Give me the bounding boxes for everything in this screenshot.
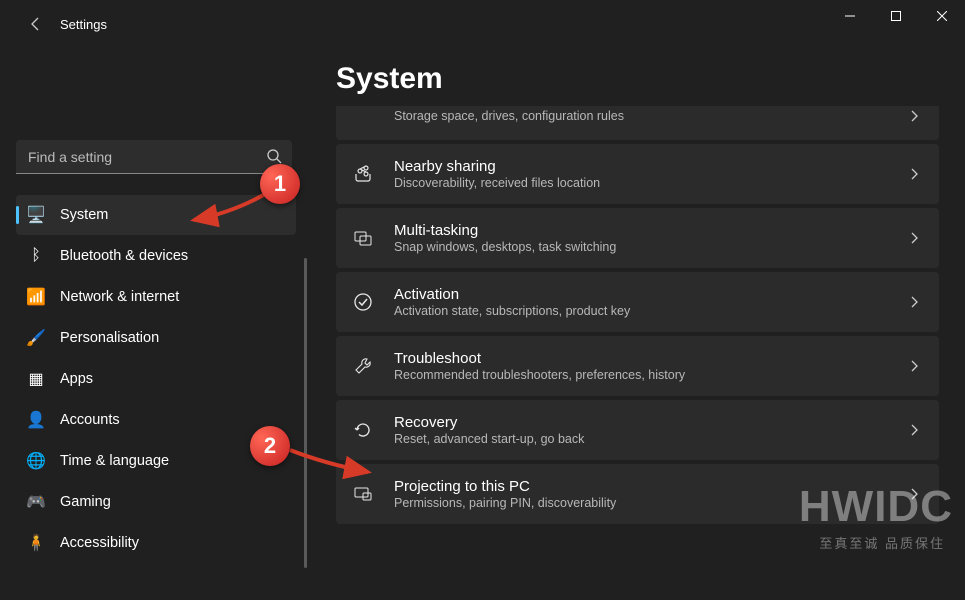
card-subtitle: Discoverability, received files location [394,176,885,190]
sidebar-item-bluetooth-devices[interactable]: ᛒ Bluetooth & devices [16,236,296,276]
scrollbar[interactable] [304,258,307,568]
chevron-right-icon [905,168,923,180]
card-title: Activation [394,286,885,303]
card-projecting-to-this-pc[interactable]: Projecting to this PCPermissions, pairin… [336,464,939,524]
chevron-right-icon [905,232,923,244]
minimize-icon [845,11,855,21]
card-title: Recovery [394,414,885,431]
card-list: Storage space, drives, configuration rul… [336,106,939,524]
titlebar: Settings [0,0,965,48]
card-body: Nearby sharingDiscoverability, received … [394,158,885,190]
gaming-icon: 🎮 [26,492,46,512]
sidebar-item-network-internet[interactable]: 📶 Network & internet [16,277,296,317]
nav-label: Personalisation [60,330,159,346]
app-title: Settings [60,17,107,32]
sidebar-item-system[interactable]: 🖥️ System [16,195,296,235]
card-subtitle: Permissions, pairing PIN, discoverabilit… [394,496,885,510]
sidebar-item-gaming[interactable]: 🎮 Gaming [16,482,296,522]
annotation-badge-2: 2 [250,426,290,466]
card-body: Projecting to this PCPermissions, pairin… [394,478,885,510]
chevron-right-icon [905,360,923,372]
card-title: Projecting to this PC [394,478,885,495]
card-body: ActivationActivation state, subscription… [394,286,885,318]
close-icon [937,11,947,21]
back-button[interactable] [16,4,56,44]
nav-label: Accounts [60,412,120,428]
sidebar-item-accessibility[interactable]: 🧍 Accessibility [16,523,296,563]
card-body: RecoveryReset, advanced start-up, go bac… [394,414,885,446]
maximize-icon [891,11,901,21]
card-multi-tasking[interactable]: Multi-taskingSnap windows, desktops, tas… [336,208,939,268]
window-controls [827,0,965,32]
card-subtitle: Snap windows, desktops, task switching [394,240,885,254]
search-box [16,140,292,174]
card-body: Multi-taskingSnap windows, desktops, tas… [394,222,885,254]
main-panel: System Storage space, drives, configurat… [310,48,965,600]
nav-label: Gaming [60,494,111,510]
account-icon: 👤 [26,410,46,430]
chevron-right-icon [905,488,923,500]
display-icon: 🖥️ [26,205,46,225]
sidebar-item-personalisation[interactable]: 🖌️ Personalisation [16,318,296,358]
spacer [352,105,374,127]
apps-icon: ▦ [26,369,46,389]
card-title: Troubleshoot [394,350,885,367]
nav-label: Apps [60,371,93,387]
annotation-badge-1: 1 [260,164,300,204]
nav-label: Accessibility [60,535,139,551]
wifi-icon: 📶 [26,287,46,307]
card-title: Nearby sharing [394,158,885,175]
nav-label: Bluetooth & devices [60,248,188,264]
share-icon [352,163,374,185]
card-body: TroubleshootRecommended troubleshooters,… [394,350,885,382]
nav-label: System [60,207,108,223]
card-recovery[interactable]: RecoveryReset, advanced start-up, go bac… [336,400,939,460]
card-subtitle: Recommended troubleshooters, preferences… [394,368,885,382]
card-troubleshoot[interactable]: TroubleshootRecommended troubleshooters,… [336,336,939,396]
page-title: System [336,62,939,96]
card-title: Multi-tasking [394,222,885,239]
card-subtitle: Storage space, drives, configuration rul… [394,109,885,123]
card-body: Storage space, drives, configuration rul… [394,109,885,123]
close-button[interactable] [919,0,965,32]
brush-icon: 🖌️ [26,328,46,348]
card-storage[interactable]: Storage space, drives, configuration rul… [336,106,939,140]
card-subtitle: Activation state, subscriptions, product… [394,304,885,318]
minimize-button[interactable] [827,0,873,32]
maximize-button[interactable] [873,0,919,32]
troubleshoot-icon [352,355,374,377]
accessibility-icon: 🧍 [26,533,46,553]
card-subtitle: Reset, advanced start-up, go back [394,432,885,446]
nav-list: 🖥️ System ᛒ Bluetooth & devices 📶 Network & i… [16,194,302,564]
chevron-right-icon [905,424,923,436]
card-nearby-sharing[interactable]: Nearby sharingDiscoverability, received … [336,144,939,204]
nav-label: Time & language [60,453,169,469]
sidebar: 🖥️ System ᛒ Bluetooth & devices 📶 Network & i… [0,48,310,600]
sidebar-item-apps[interactable]: ▦ Apps [16,359,296,399]
multitask-icon [352,227,374,249]
bluetooth-icon: ᛒ [26,246,46,266]
chevron-right-icon [905,110,923,122]
project-icon [352,483,374,505]
chevron-right-icon [905,296,923,308]
time-icon: 🌐 [26,451,46,471]
activation-icon [352,291,374,313]
card-activation[interactable]: ActivationActivation state, subscription… [336,272,939,332]
recovery-icon [352,419,374,441]
search-input[interactable] [16,140,292,174]
nav-label: Network & internet [60,289,179,305]
arrow-left-icon [28,16,44,32]
